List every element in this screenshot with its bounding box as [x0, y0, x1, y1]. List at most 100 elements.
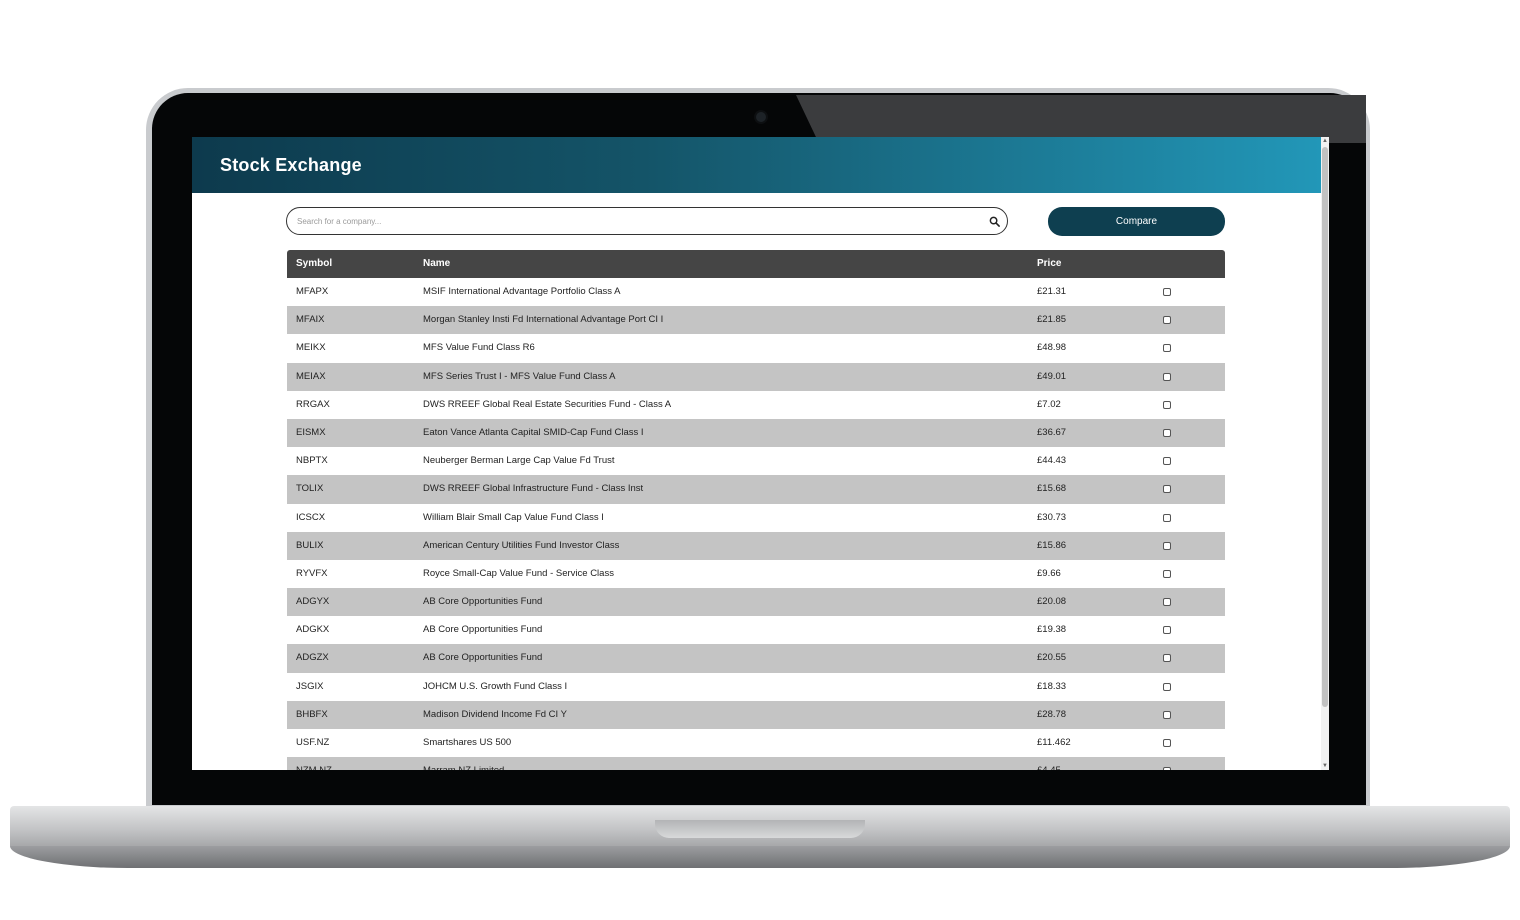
price-cell: £15.68: [1037, 483, 1067, 495]
scrollbar-thumb[interactable]: [1322, 147, 1328, 707]
price-cell: £15.86: [1037, 539, 1067, 551]
price-cell: £9.66: [1037, 567, 1061, 579]
symbol-cell: ICSCX: [296, 511, 326, 523]
app-header: Stock Exchange: [192, 137, 1321, 193]
search-icon[interactable]: [989, 216, 1000, 227]
price-cell: £49.01: [1037, 370, 1067, 382]
name-cell: Smartshares US 500: [423, 737, 512, 748]
price-cell: £28.78: [1037, 708, 1067, 720]
symbol-cell: MEIKX: [296, 342, 326, 354]
table-row[interactable]: EISMX Eaton Vance Atlanta Capital SMID-Ca…: [287, 418, 1225, 448]
price-cell: £20.08: [1037, 596, 1067, 608]
compare-checkbox[interactable]: [1163, 344, 1171, 353]
app-title: Stock Exchange: [220, 155, 362, 175]
app-screen: Stock Exchange ▲ ▼ Compare Symbol Name P…: [192, 137, 1329, 770]
table-row[interactable]: ADGZX AB Core Opportunities Fund £20.55: [287, 644, 1225, 673]
compare-checkbox[interactable]: [1163, 400, 1171, 409]
name-cell: DWS RREEF Global Real Estate Securities …: [423, 398, 672, 410]
name-cell: Morgan Stanley Insti Fd International Ad…: [423, 314, 664, 326]
name-cell: MFS Value Fund Class R6: [423, 342, 535, 354]
search-box[interactable]: [286, 207, 1008, 235]
name-cell: Neuberger Berman Large Cap Value Fd Trus…: [423, 455, 615, 467]
price-cell: £21.31: [1037, 286, 1067, 297]
compare-checkbox[interactable]: [1163, 316, 1171, 325]
compare-checkbox[interactable]: [1163, 513, 1171, 522]
column-header-symbol[interactable]: Symbol: [296, 250, 332, 278]
symbol-cell: EISMX: [296, 426, 326, 438]
table-header: Symbol Name Price: [287, 250, 1225, 278]
symbol-cell: RYVFX: [296, 567, 328, 579]
name-cell: Madison Dividend Income Fd CI Y: [423, 708, 567, 720]
stock-table: Symbol Name Price MFAPX MSIF Internationa…: [287, 250, 1225, 770]
symbol-cell: MFAPX: [296, 286, 329, 297]
table-row[interactable]: ADGKX AB Core Opportunities Fund £19.38: [287, 616, 1225, 645]
table-row[interactable]: RRGAX DWS RREEF Global Real Estate Securi…: [287, 390, 1225, 419]
table-row[interactable]: NBPTX Neuberger Berman Large Cap Value Fd…: [287, 447, 1225, 476]
table-row[interactable]: USF.NZ Smartshares US 500 £11.462: [287, 729, 1225, 758]
scroll-up-arrow-icon[interactable]: ▲: [1321, 137, 1329, 145]
symbol-cell: MFAIX: [296, 314, 325, 326]
vertical-scrollbar[interactable]: ▲ ▼: [1321, 137, 1329, 770]
compare-checkbox[interactable]: [1163, 710, 1171, 719]
name-cell: William Blair Small Cap Value Fund Class…: [423, 511, 604, 523]
table-row[interactable]: JSGIX JOHCM U.S. Growth Fund Class I £18.3…: [287, 672, 1225, 701]
price-cell: £4.45: [1037, 757, 1061, 770]
column-header-price[interactable]: Price: [1037, 250, 1061, 278]
table-row[interactable]: TOLIX DWS RREEF Global Infrastructure Fun…: [287, 475, 1225, 504]
price-cell: £20.55: [1037, 652, 1067, 664]
table-row[interactable]: BULIX American Century Utilities Fund Inv…: [287, 531, 1225, 560]
price-cell: £7.02: [1037, 398, 1061, 410]
bezel-reflection: [796, 95, 1366, 143]
table-row[interactable]: ICSCX William Blair Small Cap Value Fund …: [287, 503, 1225, 532]
name-cell: Marram NZ Limited: [423, 757, 504, 770]
name-cell: American Century Utilities Fund Investor…: [423, 539, 620, 551]
table-row[interactable]: NZM.NZ Marram NZ Limited £4.45: [287, 757, 1225, 770]
compare-checkbox[interactable]: [1163, 569, 1171, 578]
table-row[interactable]: MFAPX MSIF International Advantage Portfo…: [287, 278, 1225, 307]
name-cell: MSIF International Advantage Portfolio C…: [423, 286, 621, 297]
compare-checkbox[interactable]: [1163, 428, 1171, 437]
price-cell: £19.38: [1037, 624, 1067, 636]
table-row[interactable]: RYVFX Royce Small-Cap Value Fund - Servic…: [287, 559, 1225, 589]
name-cell: Eaton Vance Atlanta Capital SMID-Cap Fun…: [423, 426, 644, 438]
table-row[interactable]: MEIKX MFS Value Fund Class R6 £48.98: [287, 334, 1225, 363]
compare-checkbox[interactable]: [1163, 626, 1171, 635]
table-row[interactable]: ADGYX AB Core Opportunities Fund £20.08: [287, 588, 1225, 617]
table-row[interactable]: BHBFX Madison Dividend Income Fd CI Y £28.…: [287, 700, 1225, 729]
symbol-cell: TOLIX: [296, 483, 324, 495]
symbol-cell: NBPTX: [296, 455, 328, 467]
symbol-cell: MEIAX: [296, 370, 326, 382]
compare-checkbox[interactable]: [1163, 767, 1171, 770]
symbol-cell: RRGAX: [296, 398, 330, 410]
compare-checkbox[interactable]: [1163, 288, 1171, 296]
compare-checkbox[interactable]: [1163, 598, 1171, 607]
compare-checkbox[interactable]: [1163, 457, 1171, 466]
symbol-cell: BULIX: [296, 539, 324, 551]
search-input[interactable]: [297, 214, 967, 228]
compare-button[interactable]: Compare: [1048, 207, 1225, 236]
name-cell: DWS RREEF Global Infrastructure Fund - C…: [423, 483, 644, 495]
compare-checkbox[interactable]: [1163, 682, 1171, 691]
price-cell: £21.85: [1037, 314, 1067, 326]
symbol-cell: BHBFX: [296, 708, 328, 720]
column-header-name[interactable]: Name: [423, 250, 450, 278]
compare-checkbox[interactable]: [1163, 654, 1171, 663]
table-row[interactable]: MFAIX Morgan Stanley Insti Fd Internation…: [287, 306, 1225, 335]
symbol-cell: ADGZX: [296, 652, 329, 664]
price-cell: £11.462: [1037, 737, 1071, 748]
compare-checkbox[interactable]: [1163, 739, 1171, 747]
table-body: MFAPX MSIF International Advantage Portfo…: [287, 278, 1225, 770]
name-cell: MFS Series Trust I - MFS Value Fund Clas…: [423, 370, 616, 382]
compare-checkbox[interactable]: [1163, 541, 1171, 550]
table-row[interactable]: MEIAX MFS Series Trust I - MFS Value Fund…: [287, 362, 1225, 391]
compare-checkbox[interactable]: [1163, 485, 1171, 494]
price-cell: £44.43: [1037, 455, 1067, 467]
price-cell: £36.67: [1037, 426, 1067, 438]
compare-checkbox[interactable]: [1163, 372, 1171, 381]
scroll-down-arrow-icon[interactable]: ▼: [1321, 762, 1329, 770]
laptop-notch: [655, 820, 865, 838]
name-cell: AB Core Opportunities Fund: [423, 624, 543, 636]
symbol-cell: ADGYX: [296, 596, 330, 608]
name-cell: AB Core Opportunities Fund: [423, 652, 543, 664]
symbol-cell: NZM.NZ: [296, 757, 332, 770]
